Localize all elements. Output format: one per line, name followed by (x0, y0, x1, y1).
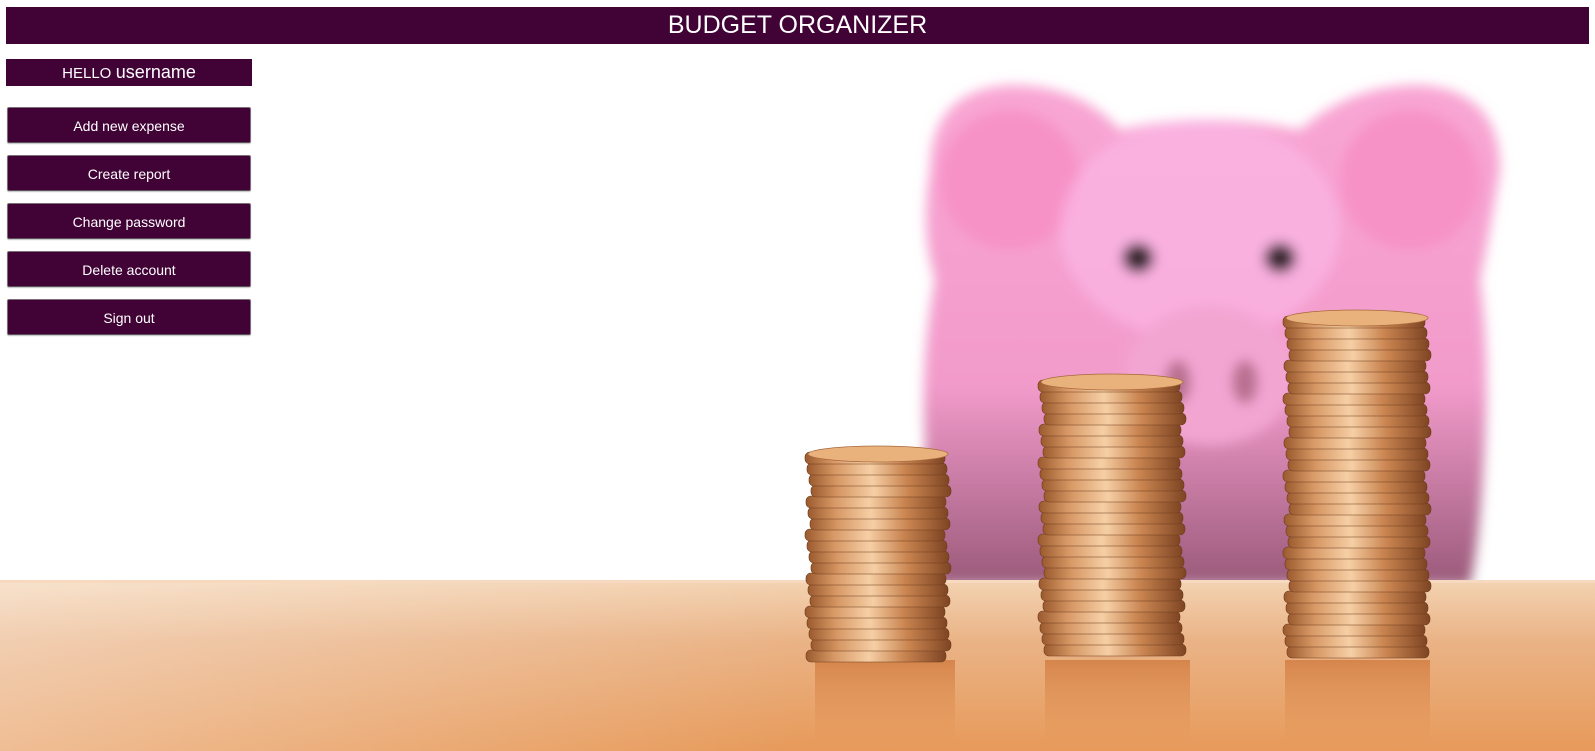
create-report-button[interactable]: Create report (7, 155, 251, 191)
user-greeting: HELLO username (6, 59, 252, 86)
app-title: BUDGET ORGANIZER (667, 11, 928, 39)
add-new-expense-button[interactable]: Add new expense (7, 107, 251, 143)
delete-account-button[interactable]: Delete account (7, 251, 251, 287)
greeting-hello: HELLO (62, 65, 112, 82)
sign-out-button[interactable]: Sign out (7, 299, 251, 335)
greeting-username: username (115, 62, 196, 82)
app-title-bar: BUDGET ORGANIZER (6, 7, 1589, 44)
change-password-button[interactable]: Change password (7, 203, 251, 239)
